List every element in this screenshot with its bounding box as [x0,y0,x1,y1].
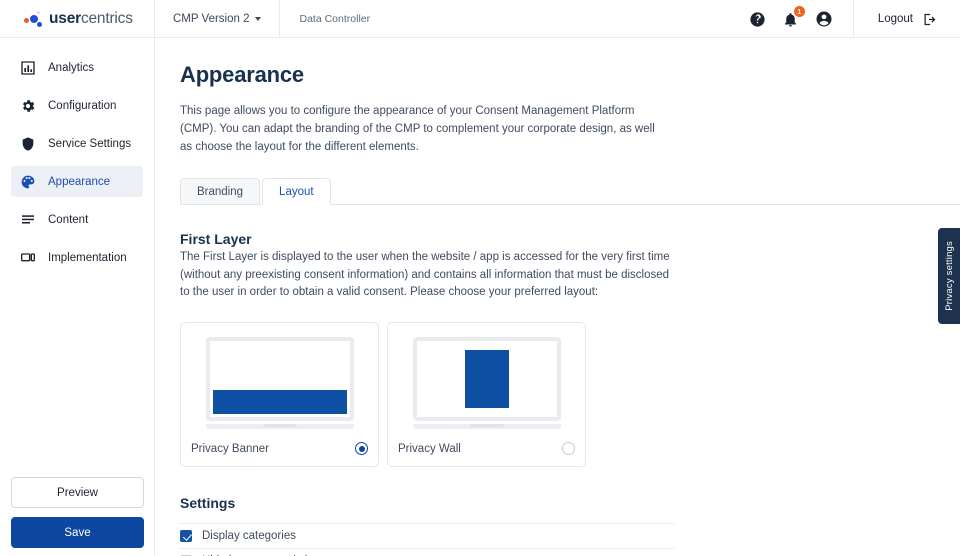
bar-chart-icon [19,59,36,76]
settings-title: Settings [180,495,960,511]
data-controller-label: Data Controller [280,0,385,37]
sidebar-nav: Analytics Configuration Service Settings… [0,38,154,273]
first-layer-title: First Layer [180,231,960,247]
header-spacer [384,0,749,37]
sidebar-item-label: Implementation [48,252,127,264]
usercentrics-logo-icon [24,10,44,28]
save-button[interactable]: Save [11,517,144,548]
logout-button[interactable]: Logout [853,0,960,38]
checkbox-display-categories[interactable] [180,530,192,542]
logout-label: Logout [878,13,913,25]
privacy-banner-illustration [191,331,368,432]
radio-privacy-wall[interactable] [562,442,575,455]
sidebar-actions: Preview Save [0,477,155,548]
sidebar-item-label: Appearance [48,176,110,188]
sidebar: Analytics Configuration Service Settings… [0,38,155,556]
sidebar-item-service-settings[interactable]: Service Settings [11,128,143,159]
setting-row-display-categories[interactable]: Display categories [180,523,675,549]
tab-bar: Branding Layout [180,178,960,205]
sidebar-item-label: Content [48,214,88,226]
help-icon[interactable] [749,10,767,28]
notifications-bell-icon[interactable]: 1 [782,10,800,28]
notification-badge-count: 1 [794,6,805,17]
sidebar-item-label: Analytics [48,62,94,74]
account-avatar-icon[interactable] [815,10,833,28]
first-layer-description: The First Layer is displayed to the user… [180,249,672,302]
layout-option-label: Privacy Banner [191,443,269,455]
layout-option-privacy-wall[interactable]: Privacy Wall [387,322,586,467]
layout-option-privacy-banner[interactable]: Privacy Banner [180,322,379,467]
logo-text-bold: user [49,10,81,27]
page-title: Appearance [180,62,960,88]
cmp-version-selector[interactable]: CMP Version 2 [155,0,280,38]
sidebar-item-configuration[interactable]: Configuration [11,90,143,121]
logo-text-light: centrics [81,10,133,27]
first-layer-options: Privacy Banner Privacy Wall [180,322,960,467]
sidebar-item-content[interactable]: Content [11,204,143,235]
main-content: Appearance This page allows you to confi… [155,38,960,556]
setting-label: Display categories [202,530,296,542]
shield-icon [19,135,36,152]
settings-list: Display categories Hide language switch … [180,523,675,556]
privacy-settings-tab[interactable]: Privacy settings [938,228,960,324]
layout-option-label: Privacy Wall [398,443,461,455]
cmp-version-label: CMP Version 2 [173,13,250,25]
header-icon-group: 1 [749,0,853,38]
logout-icon [920,10,938,28]
tab-layout[interactable]: Layout [262,178,331,205]
sidebar-item-label: Configuration [48,100,116,112]
laptop-icon [19,249,36,266]
privacy-settings-tab-label: Privacy settings [944,241,955,311]
sidebar-item-analytics[interactable]: Analytics [11,52,143,83]
tab-branding[interactable]: Branding [180,178,260,205]
page-description: This page allows you to configure the ap… [180,102,663,156]
sidebar-item-implementation[interactable]: Implementation [11,242,143,273]
app-logo[interactable]: usercentrics [0,0,155,38]
preview-button[interactable]: Preview [11,477,144,508]
chevron-down-icon [255,17,261,21]
palette-icon [19,173,36,190]
sidebar-item-label: Service Settings [48,138,131,150]
gear-icon [19,97,36,114]
app-header: usercentrics CMP Version 2 Data Controll… [0,0,960,38]
privacy-wall-illustration [398,331,575,432]
radio-privacy-banner[interactable] [355,442,368,455]
setting-row-hide-language-switch[interactable]: Hide language switch [180,549,675,556]
list-lines-icon [19,211,36,228]
sidebar-item-appearance[interactable]: Appearance [11,166,143,197]
